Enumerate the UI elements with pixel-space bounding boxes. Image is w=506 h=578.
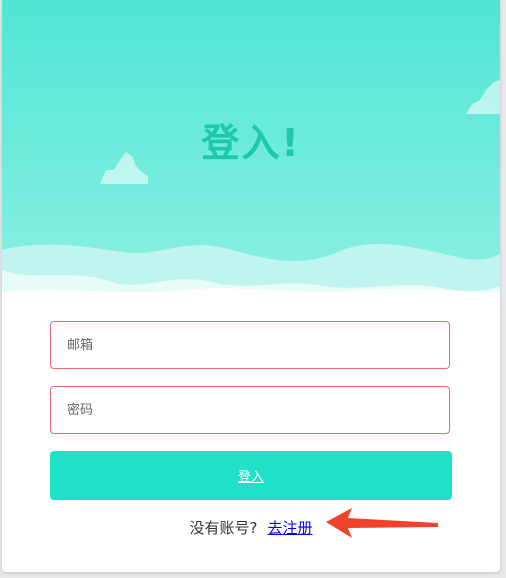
register-link[interactable]: 去注册 <box>267 519 312 537</box>
wave-base <box>2 288 500 305</box>
annotation-arrow-icon <box>326 508 438 538</box>
login-card: 登入! 登入 没有账号? 去注册 <box>2 0 500 572</box>
email-field[interactable] <box>50 321 450 369</box>
password-field[interactable] <box>50 386 450 434</box>
login-button[interactable]: 登入 <box>50 451 452 500</box>
page-title: 登入! <box>201 121 301 165</box>
no-account-text: 没有账号? <box>189 519 258 537</box>
